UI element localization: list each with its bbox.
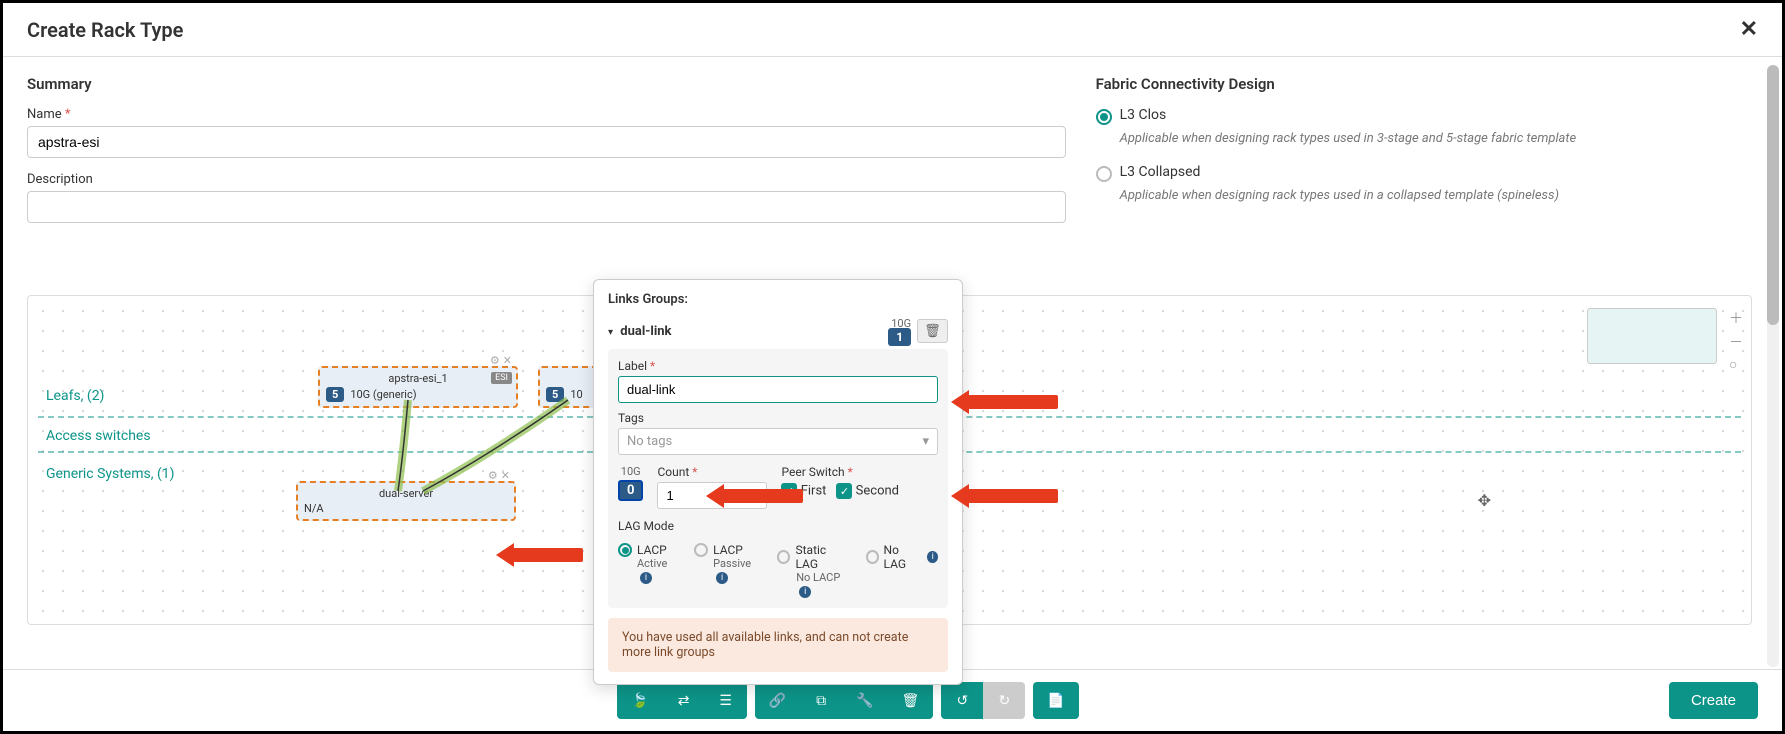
fabric-desc-collapsed: Applicable when designing rack types use… bbox=[1120, 188, 1758, 203]
radio-unchecked-icon bbox=[1096, 166, 1112, 182]
move-icon[interactable]: ✥ bbox=[1478, 491, 1491, 510]
minimap[interactable] bbox=[1587, 308, 1717, 364]
lag-static[interactable]: Static LAG No LACPi bbox=[777, 543, 848, 598]
row-label-access: Access switches bbox=[46, 428, 151, 444]
link-icon-button[interactable]: 🔗 bbox=[755, 682, 800, 719]
create-button[interactable]: Create bbox=[1669, 682, 1758, 719]
delete-group-button[interactable]: 🗑 bbox=[917, 319, 948, 343]
row-label-leafs: Leafs, (2) bbox=[46, 388, 104, 404]
zoom-in-icon[interactable]: ＋ bbox=[1729, 308, 1743, 328]
leaf-node-1[interactable]: ⚙✕ ESI apstra-esi_1 5 10G (generic) bbox=[318, 366, 518, 408]
modal-title: Create Rack Type bbox=[27, 18, 183, 42]
undo-button[interactable]: ↺ bbox=[941, 682, 983, 719]
port-count-badge: 5 bbox=[546, 387, 564, 402]
copy-icon-button[interactable]: ⧉ bbox=[800, 682, 842, 719]
group-name: dual-link bbox=[620, 324, 671, 339]
row-label-generic: Generic Systems, (1) bbox=[46, 466, 175, 482]
lag-lacp-passive[interactable]: LACP Passivei bbox=[694, 543, 759, 598]
summary-title: Summary bbox=[27, 75, 1066, 93]
wrench-icon-button[interactable]: 🔧 bbox=[842, 682, 887, 719]
info-icon: i bbox=[799, 586, 811, 598]
peer-second-checkbox[interactable]: ✓ Second bbox=[836, 483, 899, 499]
chevron-down-icon: ▾ bbox=[922, 434, 929, 449]
esi-badge: ESI bbox=[491, 372, 512, 384]
canvas-toolbar: 🍃 ⇄ ☰ 🔗 ⧉ 🔧 🗑 ↺ ↻ 📄 bbox=[617, 682, 1079, 719]
tags-select[interactable]: No tags ▾ bbox=[618, 428, 938, 455]
create-rack-type-modal: Create Rack Type ✕ Summary Name * Descri… bbox=[0, 0, 1785, 734]
gear-icon[interactable]: ⚙ bbox=[488, 469, 498, 482]
info-icon: i bbox=[716, 572, 728, 584]
fabric-option-l3-clos[interactable]: L3 Clos bbox=[1096, 107, 1758, 125]
server-icon-button[interactable]: ☰ bbox=[705, 682, 747, 719]
chevron-down-icon[interactable]: ▾ bbox=[608, 327, 613, 338]
popup-title: Links Groups: bbox=[608, 292, 948, 307]
gear-icon[interactable]: ⚙ bbox=[490, 354, 500, 367]
swap-icon-button[interactable]: ⇄ bbox=[663, 682, 705, 719]
links-groups-popup: Links Groups: ▾ dual-link 10G 1 🗑 Label … bbox=[593, 279, 963, 685]
label-input[interactable] bbox=[618, 376, 938, 403]
modal-header: Create Rack Type ✕ bbox=[3, 3, 1782, 57]
redo-button: ↻ bbox=[983, 682, 1025, 719]
port-number-badge: 0 bbox=[618, 480, 643, 501]
info-icon: i bbox=[640, 572, 652, 584]
zoom-out-icon[interactable]: － bbox=[1729, 332, 1743, 352]
document-icon-button[interactable]: 📄 bbox=[1033, 682, 1078, 719]
close-icon[interactable]: ✕ bbox=[501, 469, 510, 482]
info-icon: i bbox=[927, 551, 938, 563]
fabric-desc-clos: Applicable when designing rack types use… bbox=[1120, 131, 1758, 146]
scrollbar[interactable] bbox=[1767, 65, 1779, 667]
lag-lacp-active[interactable]: LACP Activei bbox=[618, 543, 676, 598]
generic-server-node[interactable]: ⚙✕ dual-server N/A bbox=[296, 481, 516, 521]
fabric-option-l3-collapsed[interactable]: L3 Collapsed bbox=[1096, 164, 1758, 182]
fabric-title: Fabric Connectivity Design bbox=[1096, 75, 1758, 93]
close-icon[interactable]: ✕ bbox=[1740, 17, 1758, 42]
leaf-icon-button[interactable]: 🍃 bbox=[617, 682, 662, 719]
name-input[interactable] bbox=[27, 126, 1066, 158]
name-label: Name * bbox=[27, 107, 1066, 122]
radio-checked-icon bbox=[1096, 109, 1112, 125]
port-count-badge: 5 bbox=[326, 387, 344, 402]
warning-message: You have used all available links, and c… bbox=[608, 618, 948, 672]
zoom-reset-icon[interactable]: ○ bbox=[1729, 356, 1743, 373]
description-label: Description bbox=[27, 172, 1066, 187]
trash-icon-button[interactable]: 🗑 bbox=[888, 682, 934, 719]
lag-none[interactable]: No LAGi bbox=[866, 543, 938, 598]
group-count-badge: 1 bbox=[888, 328, 911, 346]
close-icon[interactable]: ✕ bbox=[503, 354, 512, 367]
description-input[interactable] bbox=[27, 191, 1066, 223]
